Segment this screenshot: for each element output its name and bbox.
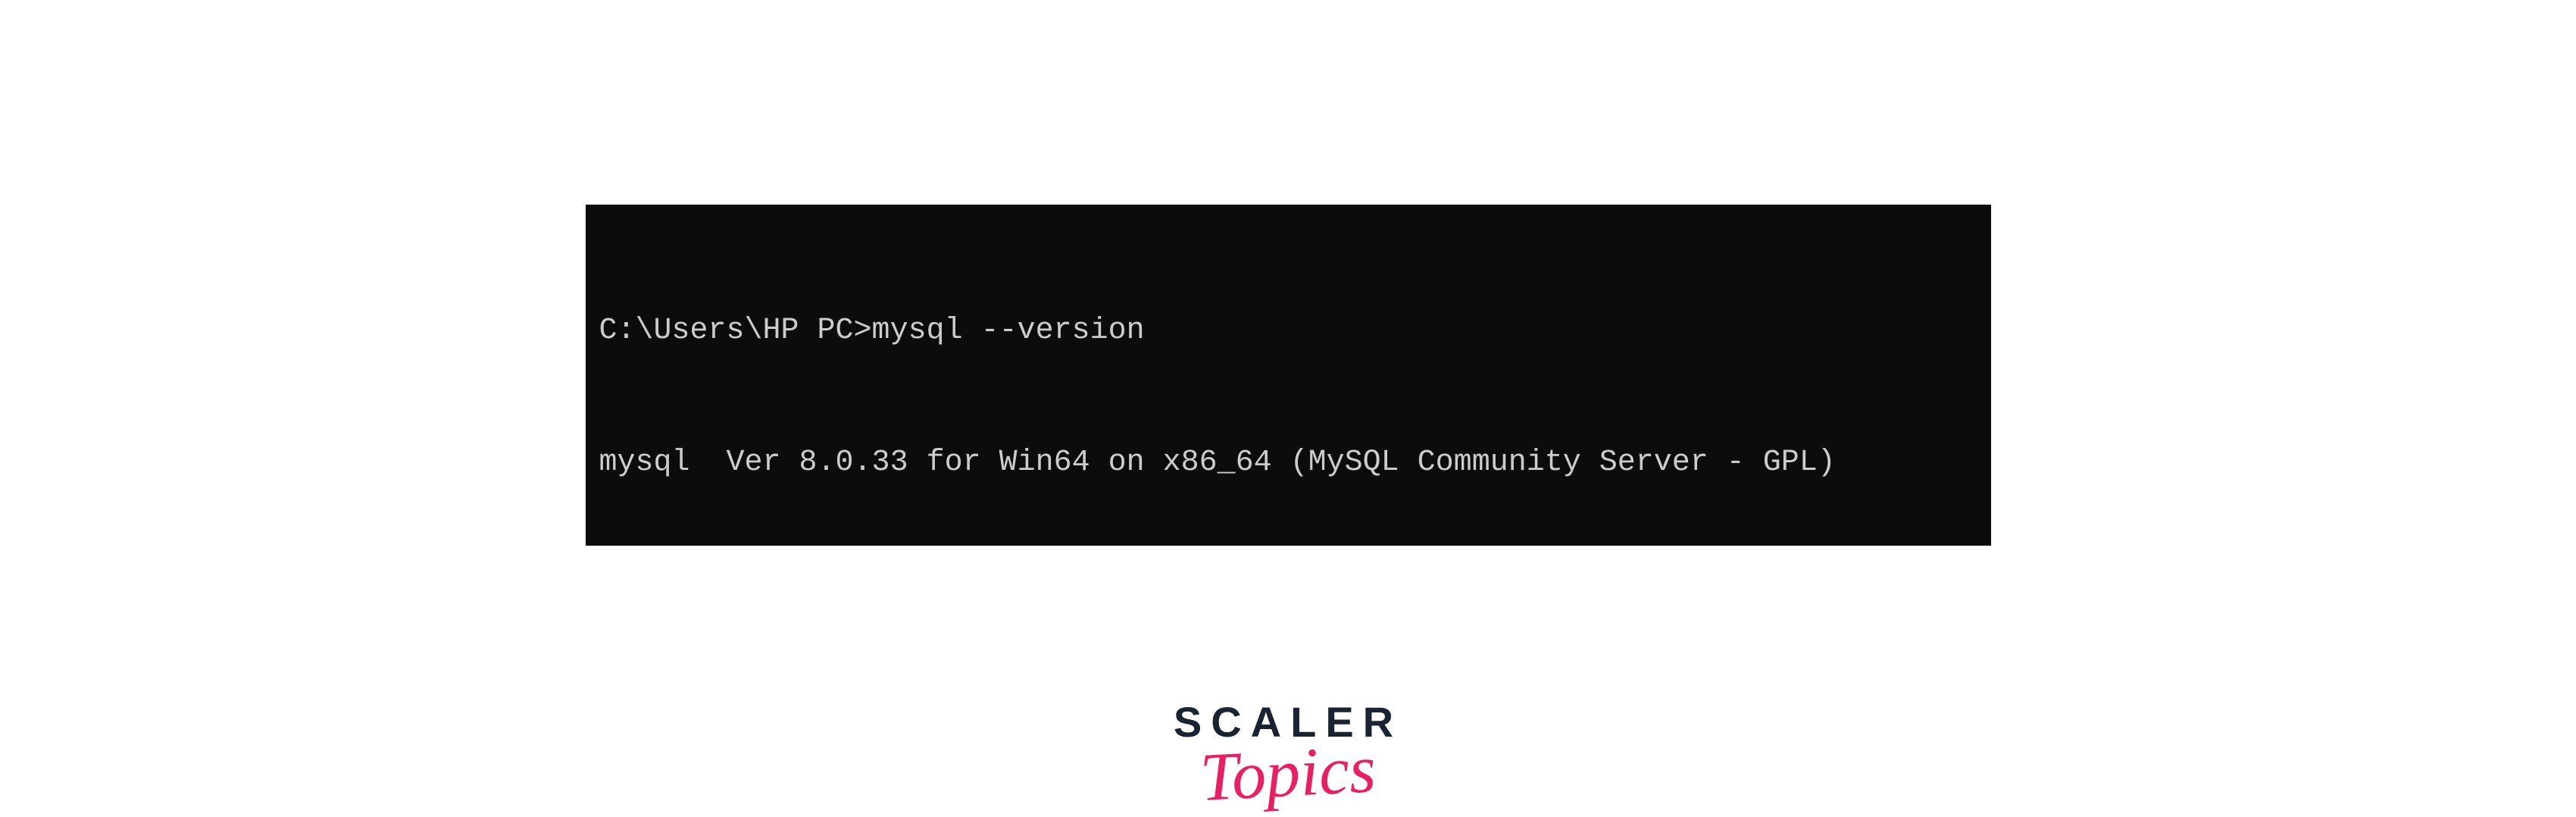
terminal-prompt-line: C:\Users\HP PC>mysql --version — [599, 309, 1977, 353]
scaler-topics-logo: SCALER Topics — [1174, 697, 1402, 812]
terminal-output-line: mysql Ver 8.0.33 for Win64 on x86_64 (My… — [599, 441, 1977, 485]
terminal-window[interactable]: C:\Users\HP PC>mysql --version mysql Ver… — [586, 205, 1991, 546]
logo-product-text: Topics — [1199, 730, 1378, 817]
